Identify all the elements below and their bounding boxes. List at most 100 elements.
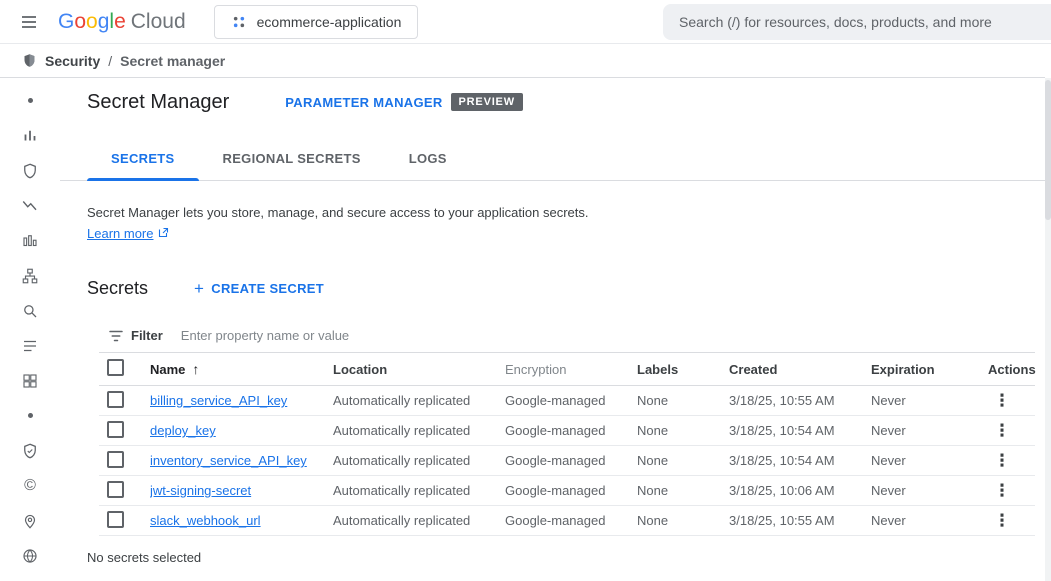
filter-input[interactable]	[179, 327, 1035, 344]
created-cell: 3/18/25, 10:54 AM	[729, 423, 871, 438]
copyright-circle-icon: ©	[24, 478, 36, 494]
sidebar-item-12[interactable]: ©	[0, 468, 60, 503]
tab-secrets[interactable]: SECRETS	[87, 138, 199, 180]
row-checkbox[interactable]	[107, 511, 124, 528]
column-header-expiration: Expiration	[871, 362, 988, 377]
table-row: deploy_key Automatically replicated Goog…	[99, 416, 1035, 446]
learn-more-link[interactable]: Learn more	[87, 226, 153, 241]
sidebar-item-5[interactable]	[0, 223, 60, 258]
hamburger-menu-button[interactable]	[12, 5, 46, 39]
sidebar-item-3[interactable]	[0, 153, 60, 188]
column-header-location: Location	[333, 362, 505, 377]
location-cell: Automatically replicated	[333, 393, 505, 408]
table-row: inventory_service_API_key Automatically …	[99, 446, 1035, 476]
encryption-cell: Google-managed	[505, 483, 637, 498]
page-header: Secret Manager PARAMETER MANAGER PREVIEW	[87, 88, 1051, 116]
sort-ascending-icon: ↑	[192, 361, 199, 377]
vertical-scrollbar[interactable]	[1045, 78, 1051, 581]
scrollbar-thumb[interactable]	[1045, 80, 1051, 220]
table-row: billing_service_API_key Automatically re…	[99, 386, 1035, 416]
google-cloud-logo[interactable]: Google Cloud	[58, 10, 186, 34]
expiration-cell: Never	[871, 453, 988, 468]
logo-cloud-text: Cloud	[131, 10, 186, 34]
plus-icon: +	[194, 280, 204, 297]
project-selector-button[interactable]: ecommerce-application	[214, 5, 419, 39]
secret-name-link[interactable]: slack_webhook_url	[150, 513, 261, 528]
row-actions-button[interactable]: ⋮	[988, 507, 1016, 535]
tab-bar: SECRETS REGIONAL SECRETS LOGS	[60, 138, 1045, 181]
external-link-icon	[157, 227, 169, 239]
sidebar-item-13[interactable]	[0, 503, 60, 538]
labels-cell: None	[637, 513, 729, 528]
expiration-cell: Never	[871, 483, 988, 498]
location-pin-icon	[21, 512, 39, 530]
search-bar	[663, 4, 1051, 40]
sidebar-item-2[interactable]	[0, 118, 60, 153]
expiration-cell: Never	[871, 513, 988, 528]
sidebar-item-11[interactable]	[0, 433, 60, 468]
column-header-actions: Actions	[988, 362, 1035, 377]
row-actions-button[interactable]: ⋮	[988, 387, 1016, 415]
encryption-cell: Google-managed	[505, 453, 637, 468]
column-header-encryption: Encryption	[505, 362, 637, 377]
shield-outline-icon	[21, 442, 39, 460]
grid-icon	[21, 372, 39, 390]
create-secret-button[interactable]: + CREATE SECRET	[194, 280, 324, 297]
secret-name-link[interactable]: jwt-signing-secret	[150, 483, 251, 498]
filter-label: Filter	[131, 328, 163, 343]
sidebar-item-14[interactable]	[0, 538, 60, 573]
actions-cell: ⋮	[988, 507, 1035, 535]
sidebar-item-6[interactable]	[0, 258, 60, 293]
tab-logs[interactable]: LOGS	[385, 138, 471, 180]
page-description: Secret Manager lets you store, manage, a…	[87, 203, 1051, 223]
row-checkbox[interactable]	[107, 391, 124, 408]
secrets-section-header: Secrets + CREATE SECRET	[87, 275, 1051, 301]
row-checkbox[interactable]	[107, 421, 124, 438]
sidebar-item-4[interactable]	[0, 188, 60, 223]
filter-bar: Filter	[99, 319, 1035, 353]
expiration-cell: Never	[871, 423, 988, 438]
dot-icon	[28, 98, 33, 103]
secrets-table: Filter Name ↑ Location Encryption Labels…	[99, 319, 1035, 536]
main-area: © Secret Manager PARAMETER MANAGER PREVI…	[0, 78, 1051, 581]
row-checkbox[interactable]	[107, 481, 124, 498]
created-cell: 3/18/25, 10:06 AM	[729, 483, 871, 498]
page-title: Secret Manager	[87, 91, 229, 114]
tab-regional-secrets[interactable]: REGIONAL SECRETS	[199, 138, 385, 180]
sidebar-item-1[interactable]	[0, 83, 60, 118]
header-checkbox-cell	[99, 359, 150, 379]
encryption-cell: Google-managed	[505, 423, 637, 438]
top-bar: Google Cloud ecommerce-application	[0, 0, 1051, 44]
more-vertical-icon: ⋮	[994, 481, 1011, 500]
sidebar-item-8[interactable]	[0, 328, 60, 363]
created-cell: 3/18/25, 10:54 AM	[729, 453, 871, 468]
selection-status: No secrets selected	[87, 550, 1051, 565]
row-actions-button[interactable]: ⋮	[988, 417, 1016, 445]
logo-google-text: Google	[58, 10, 126, 34]
breadcrumb-security-link[interactable]: Security	[45, 53, 100, 69]
column-header-labels: Labels	[637, 362, 729, 377]
labels-cell: None	[637, 423, 729, 438]
bar-columns-icon	[21, 232, 39, 250]
secret-name-link[interactable]: deploy_key	[150, 423, 216, 438]
project-icon	[231, 14, 247, 30]
sidebar-item-9[interactable]	[0, 363, 60, 398]
filter-button[interactable]: Filter	[99, 327, 163, 345]
sidebar-nav: ©	[0, 78, 60, 581]
more-vertical-icon: ⋮	[994, 451, 1011, 470]
location-cell: Automatically replicated	[333, 513, 505, 528]
encryption-cell: Google-managed	[505, 513, 637, 528]
row-actions-button[interactable]: ⋮	[988, 477, 1016, 505]
search-input[interactable]	[663, 4, 1051, 40]
column-header-name[interactable]: Name ↑	[150, 361, 333, 377]
column-header-name-label: Name	[150, 362, 185, 377]
encryption-cell: Google-managed	[505, 393, 637, 408]
row-actions-button[interactable]: ⋮	[988, 447, 1016, 475]
select-all-checkbox[interactable]	[107, 359, 124, 376]
secret-name-link[interactable]: inventory_service_API_key	[150, 453, 307, 468]
sidebar-item-7[interactable]	[0, 293, 60, 328]
row-checkbox[interactable]	[107, 451, 124, 468]
secret-name-link[interactable]: billing_service_API_key	[150, 393, 287, 408]
parameter-manager-link[interactable]: PARAMETER MANAGER	[285, 95, 442, 110]
sidebar-item-10[interactable]	[0, 398, 60, 433]
